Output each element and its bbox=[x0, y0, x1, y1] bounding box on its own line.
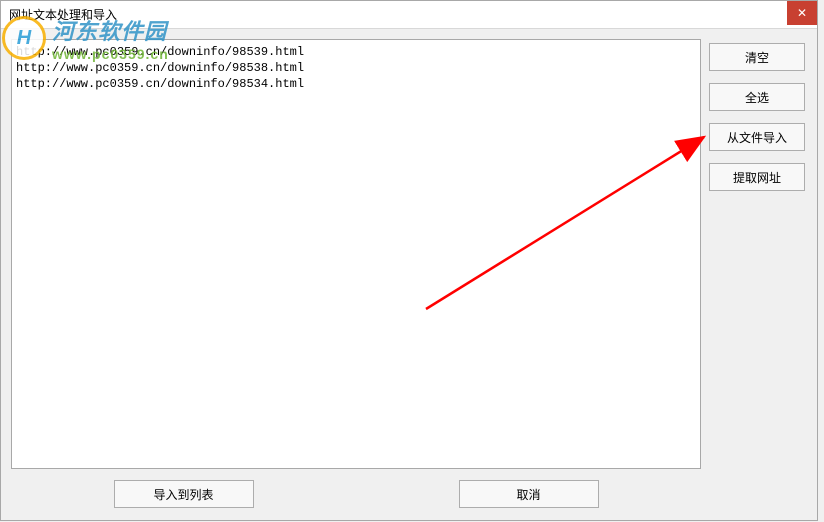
close-button[interactable]: ✕ bbox=[787, 1, 817, 25]
select-all-button[interactable]: 全选 bbox=[709, 83, 805, 111]
bottom-button-group: 导入到列表 取消 bbox=[11, 480, 701, 508]
close-icon: ✕ bbox=[797, 6, 807, 20]
side-button-group: 清空 全选 从文件导入 提取网址 bbox=[709, 43, 805, 191]
cancel-button[interactable]: 取消 bbox=[459, 480, 599, 508]
import-from-file-button[interactable]: 从文件导入 bbox=[709, 123, 805, 151]
import-to-list-button[interactable]: 导入到列表 bbox=[114, 480, 254, 508]
extract-url-button[interactable]: 提取网址 bbox=[709, 163, 805, 191]
clear-button[interactable]: 清空 bbox=[709, 43, 805, 71]
dialog-window: 网址文本处理和导入 ✕ 清空 全选 从文件导入 提取网址 导入到列表 取消 bbox=[0, 0, 818, 521]
window-title: 网址文本处理和导入 bbox=[9, 6, 117, 23]
titlebar: 网址文本处理和导入 ✕ bbox=[1, 1, 817, 29]
content-area: 清空 全选 从文件导入 提取网址 导入到列表 取消 bbox=[1, 29, 817, 520]
url-textarea[interactable] bbox=[11, 39, 701, 469]
